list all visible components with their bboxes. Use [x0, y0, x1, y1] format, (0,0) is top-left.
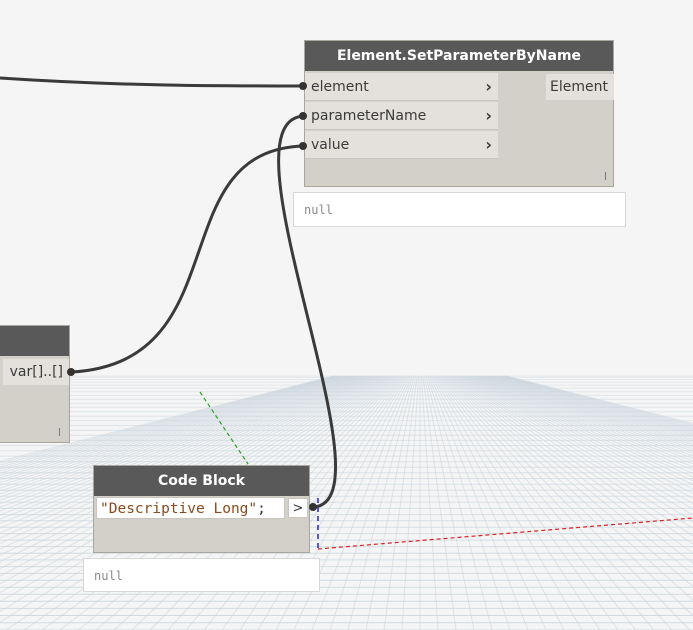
node-title: Code Block: [94, 466, 309, 496]
port-connector-dot[interactable]: [299, 142, 307, 150]
arrow-right-icon: >: [292, 501, 304, 516]
code-input[interactable]: "Descriptive Long";: [96, 497, 285, 519]
output-port-element[interactable]: Element: [546, 74, 614, 100]
partial-node[interactable]: var[]..[]: [0, 325, 70, 443]
set-parameter-by-name-node[interactable]: Element.SetParameterByName element › par…: [304, 40, 614, 187]
graph-canvas[interactable]: Element.SetParameterByName element › par…: [0, 0, 693, 630]
resize-handle[interactable]: [605, 172, 606, 180]
chevron-right-icon[interactable]: ›: [485, 73, 492, 101]
port-label: element: [311, 79, 369, 95]
code-terminator: ;: [257, 501, 266, 517]
wire-element: [0, 76, 305, 88]
input-port-parameter-name[interactable]: parameterName ›: [305, 102, 498, 130]
resize-handle[interactable]: [59, 428, 60, 436]
wire-value: [71, 144, 305, 374]
code-block-node[interactable]: Code Block "Descriptive Long"; >: [93, 465, 310, 553]
port-label: var[]..[]: [9, 364, 63, 380]
output-port-var[interactable]: var[]..[]: [3, 359, 69, 385]
port-label: value: [311, 137, 350, 153]
chevron-right-icon[interactable]: ›: [485, 102, 492, 130]
chevron-right-icon[interactable]: ›: [485, 131, 492, 159]
code-string-literal: "Descriptive Long": [100, 501, 258, 517]
node-title: [0, 326, 69, 356]
node-title: Element.SetParameterByName: [305, 41, 613, 71]
port-connector-dot[interactable]: [299, 82, 307, 90]
input-port-element[interactable]: element ›: [305, 73, 498, 101]
port-connector-dot[interactable]: [309, 503, 317, 511]
preview-bubble[interactable]: null: [83, 558, 320, 592]
output-port-code[interactable]: >: [288, 498, 308, 518]
input-port-value[interactable]: value ›: [305, 131, 498, 159]
port-connector-dot[interactable]: [299, 112, 307, 120]
port-label: parameterName: [311, 108, 427, 124]
port-connector-dot[interactable]: [67, 368, 75, 376]
port-label: Element: [550, 79, 608, 95]
preview-bubble[interactable]: null: [293, 192, 626, 227]
